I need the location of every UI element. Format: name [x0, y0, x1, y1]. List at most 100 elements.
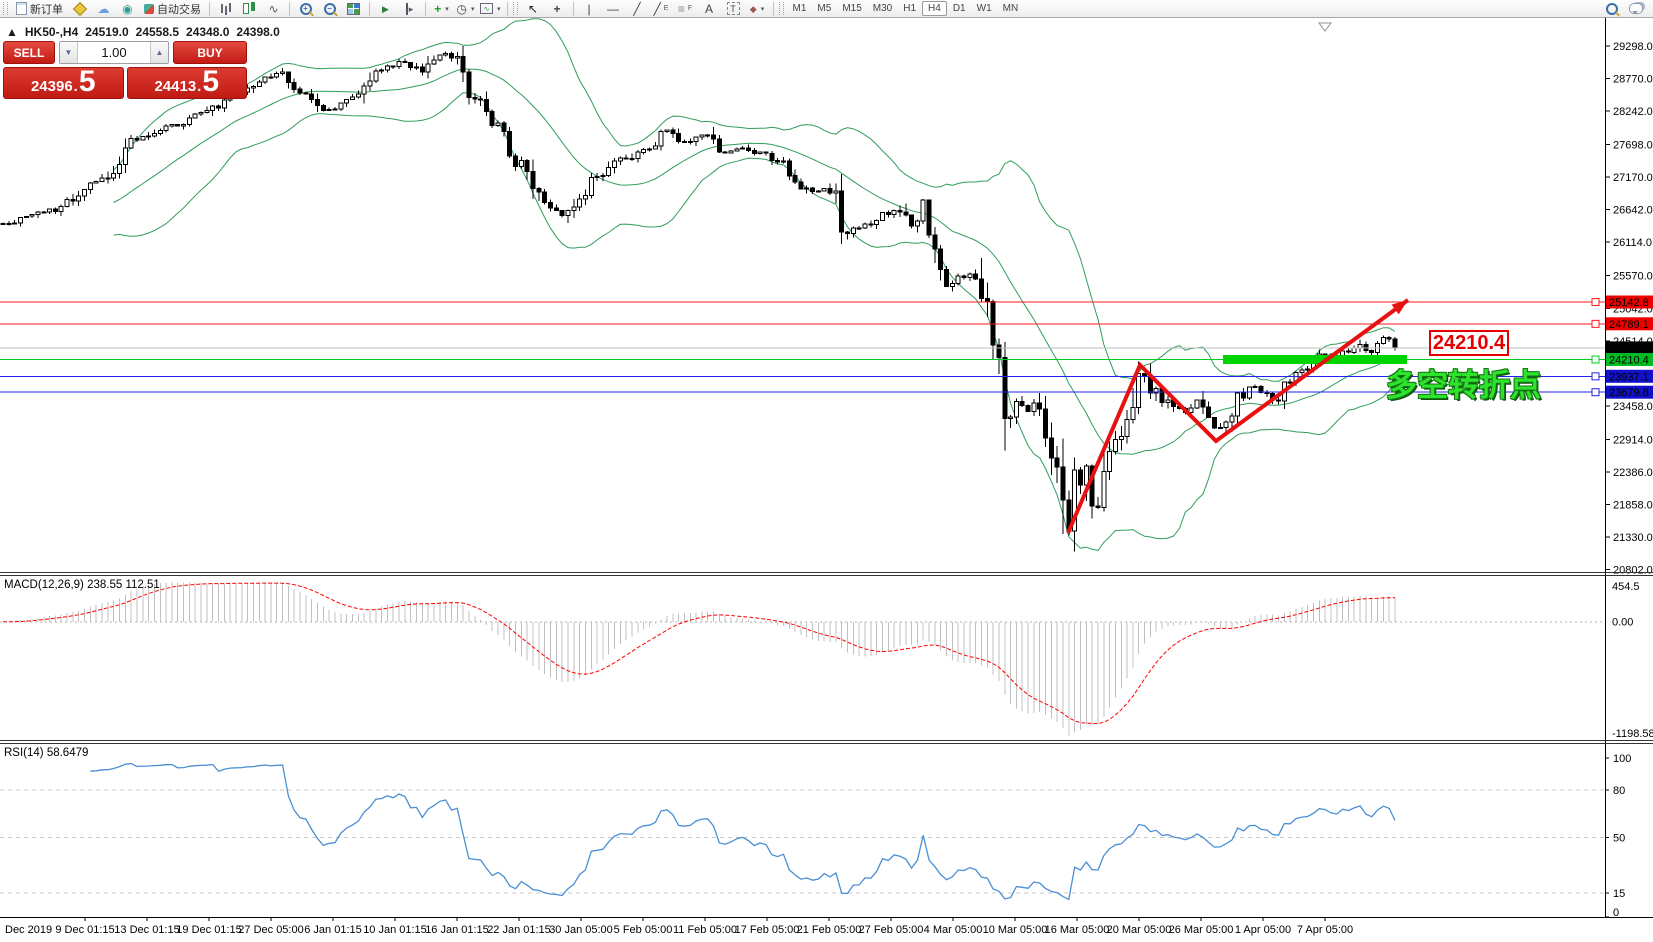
- time-axis-label: 26 Mar 05:00: [1169, 924, 1234, 936]
- chat-button[interactable]: [1624, 1, 1647, 17]
- toolbar-separator: [289, 1, 290, 16]
- candle-body: [1305, 368, 1311, 371]
- timeframe-M30[interactable]: M30: [868, 1, 897, 16]
- cursor-button[interactable]: ↖: [522, 1, 545, 17]
- auto-trading-button[interactable]: 自动交易: [140, 1, 205, 17]
- chart-canvas[interactable]: 29298.0 28770.0 28242.0 27698.0 27170.0 26642…: [0, 18, 1653, 942]
- candle-body: [274, 73, 280, 78]
- volume-increase-button[interactable]: ▲: [150, 42, 168, 63]
- candle-body: [874, 220, 880, 226]
- candle-body: [594, 175, 600, 178]
- candle-body: [862, 223, 868, 229]
- candle-body: [489, 111, 495, 126]
- periods-button[interactable]: ◷ ▾: [454, 1, 477, 17]
- level-line-marker: [1591, 355, 1600, 364]
- auto-scroll-button[interactable]: ▶: [374, 1, 397, 17]
- main-toolbar: 新订单 ☁ ◉ 自动交易 ∿ + − ▶ ▸ + ▾ ◷ ▾ ∿ ▾ ↖ + | — …: [0, 0, 1653, 18]
- turning-point-annotation[interactable]: 多空转折点: [1386, 360, 1541, 405]
- mt4-window: 新订单 ☁ ◉ 自动交易 ∿ + − ▶ ▸ + ▾ ◷ ▾ ∿ ▾ ↖ + | — …: [0, 0, 1653, 942]
- candle-body: [1165, 399, 1171, 404]
- auto-trading-label: 自动交易: [157, 3, 201, 16]
- toolbar-grip[interactable]: [3, 2, 8, 15]
- line-chart-button[interactable]: ∿: [262, 1, 285, 17]
- cloud-button[interactable]: ☁: [92, 1, 115, 17]
- timeframe-M15[interactable]: M15: [837, 1, 866, 16]
- trendline-button[interactable]: ╱: [626, 1, 649, 17]
- buy-price[interactable]: 24413. 5: [126, 65, 247, 99]
- timeframe-W1[interactable]: W1: [972, 1, 997, 16]
- price-axis-tick-label: 21858.0: [1613, 500, 1653, 512]
- macd-axis-label: 0.00: [1612, 616, 1633, 628]
- sell-price[interactable]: 24396. 5: [3, 67, 124, 99]
- candle-body: [1252, 386, 1258, 389]
- text-label-button[interactable]: T: [722, 1, 745, 17]
- new-order-button[interactable]: 新订单: [12, 1, 67, 17]
- candle-body: [1235, 392, 1241, 417]
- candle-body: [297, 88, 303, 94]
- fibonacci-button[interactable]: ≡ F: [674, 1, 697, 17]
- add-indicator-button[interactable]: + ▾: [430, 1, 453, 17]
- volume-decrease-button[interactable]: ▼: [60, 42, 78, 63]
- candle-chart-button[interactable]: [238, 1, 261, 17]
- cloud-icon: ☁: [97, 1, 110, 16]
- timeframe-MN[interactable]: MN: [998, 1, 1024, 16]
- timeframe-H1[interactable]: H1: [898, 1, 921, 16]
- candle-body: [437, 54, 443, 61]
- buy-button[interactable]: BUY: [173, 41, 247, 64]
- shapes-button[interactable]: ◆ ▾: [746, 1, 769, 17]
- price-axis-tick-label: 22914.0: [1613, 434, 1653, 446]
- search-button[interactable]: [1600, 1, 1623, 17]
- profile-button[interactable]: [68, 1, 91, 17]
- signals-button[interactable]: ◉: [116, 1, 139, 17]
- chart-ohlc-header: ▲ HK50-,H4 24519.0 24558.5 24348.0 24398…: [6, 25, 280, 39]
- candle-body: [716, 138, 722, 153]
- equidistant-channel-button[interactable]: ╱ E: [650, 1, 673, 17]
- time-axis-label: 30 Jan 05:00: [549, 924, 613, 936]
- candle-body: [547, 202, 553, 209]
- horizontal-line-button[interactable]: —: [602, 1, 625, 17]
- toolbar-grip[interactable]: [512, 2, 518, 15]
- bar-chart-button[interactable]: [214, 1, 237, 17]
- chat-icon: [1628, 3, 1643, 14]
- tile-windows-button[interactable]: [342, 1, 365, 17]
- crosshair-button[interactable]: +: [546, 1, 569, 17]
- buy-price-big-digit: 5: [202, 65, 220, 98]
- candle-body: [635, 151, 641, 159]
- candle-body: [355, 93, 361, 98]
- time-axis-label: 11 Feb 05:00: [673, 924, 737, 936]
- zoom-in-button[interactable]: +: [294, 1, 317, 17]
- candle-body: [47, 208, 53, 213]
- volume-input[interactable]: 1.00: [78, 42, 150, 63]
- candle-body: [478, 98, 484, 101]
- toolbar-grip[interactable]: [778, 2, 784, 15]
- low-value: 24348.0: [186, 25, 230, 39]
- vertical-line-button[interactable]: |: [578, 1, 601, 17]
- candle-body: [839, 190, 845, 233]
- fibo-sub-label: F: [687, 5, 693, 12]
- candle-body: [1264, 392, 1270, 395]
- candle-body: [338, 102, 344, 110]
- timeframe-D1[interactable]: D1: [948, 1, 971, 16]
- time-axis-label: 5 Feb 05:00: [614, 924, 673, 936]
- timeframe-M5[interactable]: M5: [812, 1, 836, 16]
- candle-body: [169, 124, 175, 127]
- candle-body: [658, 131, 664, 147]
- candle-body: [1043, 408, 1049, 439]
- level-line-marker: [1591, 372, 1600, 381]
- price-annotation-box[interactable]: 24210.4: [1429, 330, 1509, 356]
- chart-shift-button[interactable]: ▸: [398, 1, 421, 17]
- zoom-out-button[interactable]: −: [318, 1, 341, 17]
- timeframe-M1[interactable]: M1: [788, 1, 812, 16]
- collapse-arrow-icon[interactable]: ▲: [6, 25, 18, 39]
- text-button[interactable]: A: [698, 1, 721, 17]
- candle-body: [792, 175, 798, 183]
- candle-body: [425, 63, 431, 73]
- sell-button[interactable]: SELL: [3, 41, 55, 64]
- price-tag-label: 24210.4: [1609, 355, 1649, 367]
- timeframe-H4[interactable]: H4: [922, 1, 947, 16]
- candle-body: [396, 60, 402, 68]
- zoom-out-icon: −: [323, 2, 336, 15]
- candle-body: [280, 71, 286, 75]
- templates-button[interactable]: ∿ ▾: [478, 1, 503, 17]
- candle-body: [402, 60, 408, 63]
